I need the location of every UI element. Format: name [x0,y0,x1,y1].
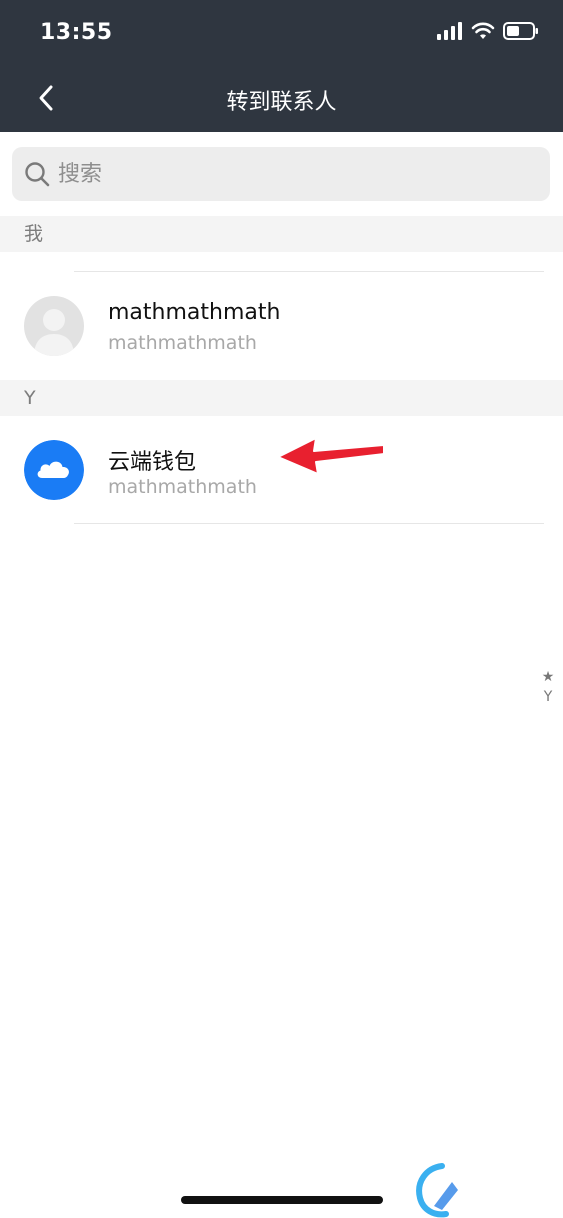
page-title: 转到联系人 [226,90,337,115]
signal-icon [437,22,463,44]
index-y[interactable]: Y [544,688,553,706]
divider [74,271,544,272]
screen: 13:55 转到联系人 搜索 我 mathmathmath mathmathma… [0,0,563,1218]
search-input[interactable] [56,160,520,188]
contact-name: mathmathmath [108,300,281,325]
contact-item-self[interactable]: mathmathmath mathmathmath [0,280,540,380]
index-star[interactable]: ★ [542,668,555,686]
default-user-avatar [24,296,84,356]
cloud-wallet-avatar [24,440,84,500]
alphabet-index-bar[interactable]: ★ Y [539,668,557,706]
contact-subtitle: mathmathmath [108,476,257,498]
section-header-me: 我 [0,216,563,252]
wifi-icon [471,22,495,44]
contact-subtitle: mathmathmath [108,332,257,354]
search-bar[interactable] [12,147,550,201]
battery-icon [503,22,539,44]
status-time: 13:55 [40,20,113,45]
red-arrow-annotation [277,437,385,475]
search-icon [24,161,50,187]
section-header-y: Y [0,380,563,416]
home-indicator [181,1196,383,1204]
watermark-logo [412,1160,563,1218]
contact-item-cloud-wallet[interactable]: 云端钱包 mathmathmath [0,424,540,524]
status-icons [437,22,539,44]
header: 13:55 转到联系人 [0,0,563,132]
contact-name: 云端钱包 [108,450,197,475]
divider [74,523,544,524]
